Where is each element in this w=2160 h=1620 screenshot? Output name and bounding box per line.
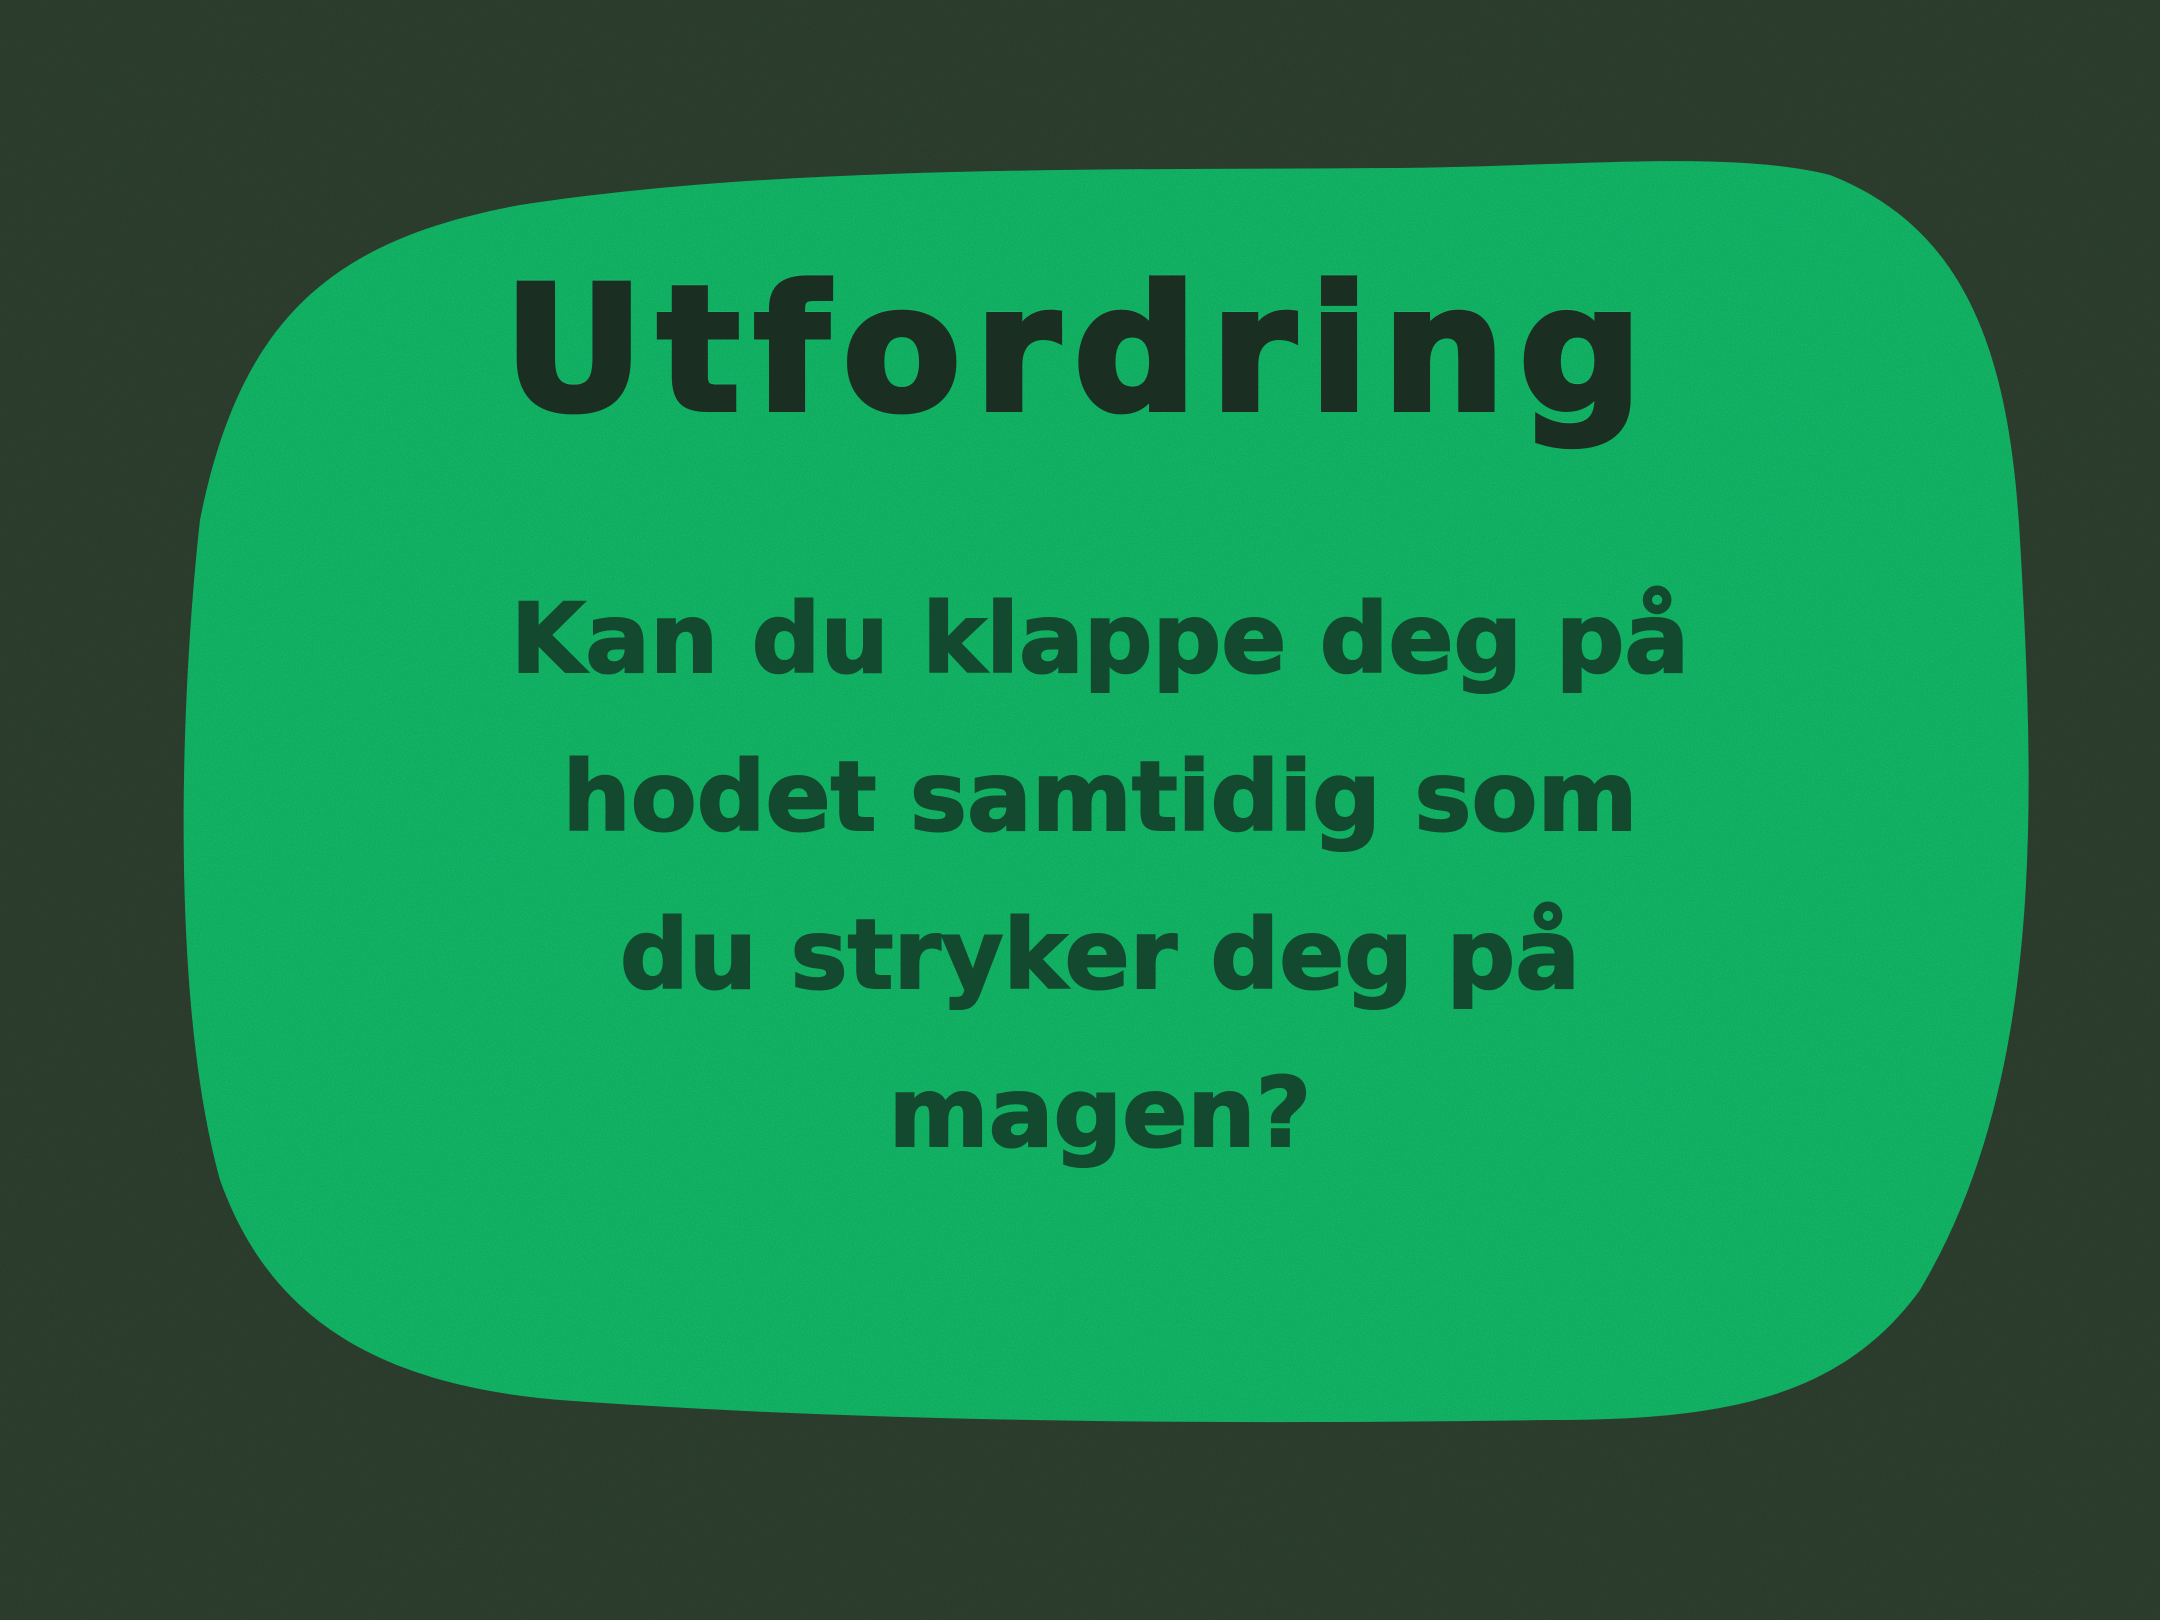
question-line: du stryker deg på [619,898,1581,1012]
question-line: magen? [888,1056,1313,1170]
card-title: Utfordring [501,247,1657,453]
question-line: Kan du klappe deg på [510,582,1690,696]
challenge-question: Kan du klappe deg på hodet samtidig som … [300,560,1900,1192]
question-line: hodet samtidig som [561,740,1638,854]
